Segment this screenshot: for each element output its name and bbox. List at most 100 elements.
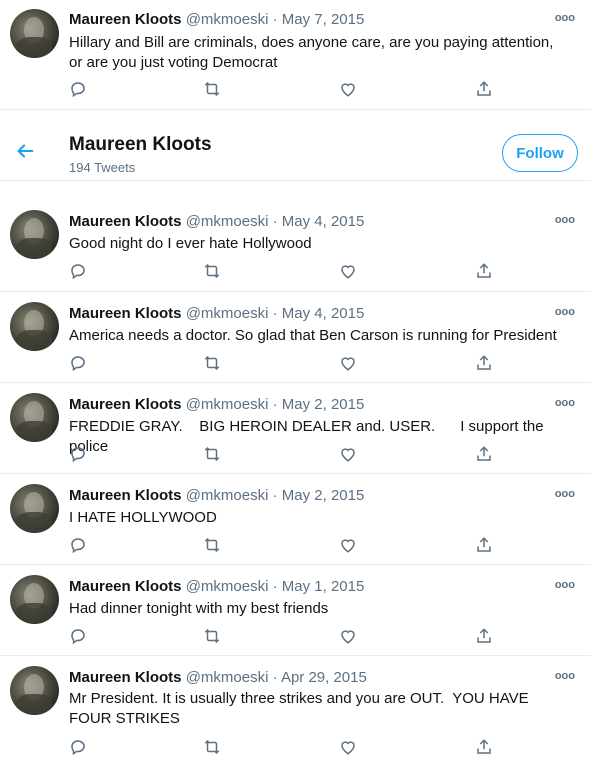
tweet-meta: Maureen Kloots @mkmoeski · May 1, 2015 [69, 578, 364, 595]
more-options-icon[interactable]: ooo [555, 579, 575, 591]
author-handle[interactable]: @mkmoeski [186, 305, 269, 322]
share-icon[interactable] [475, 262, 497, 282]
tweet-date[interactable]: May 4, 2015 [282, 305, 365, 322]
tweet-text: I HATE HOLLYWOOD [69, 509, 217, 526]
tweet-text: Mr President. It is usually three strike… [69, 690, 533, 727]
author-handle[interactable]: @mkmoeski [186, 487, 269, 504]
avatar[interactable] [10, 302, 59, 351]
author-handle[interactable]: @mkmoeski [186, 396, 269, 413]
separator-dot: · [272, 305, 278, 322]
tweet-meta: Maureen Kloots @mkmoeski · May 2, 2015 [69, 487, 364, 504]
author-name[interactable]: Maureen Kloots [69, 305, 182, 322]
avatar[interactable] [10, 575, 59, 624]
separator-dot: · [272, 213, 278, 230]
author-name[interactable]: Maureen Kloots [69, 396, 182, 413]
retweet-icon[interactable] [203, 738, 225, 758]
arrow-left-icon[interactable] [14, 140, 36, 162]
tweet[interactable]: Maureen Kloots @mkmoeski · Apr 29, 2015 … [0, 656, 591, 770]
author-name[interactable]: Maureen Kloots [69, 669, 182, 686]
reply-icon[interactable] [69, 536, 91, 556]
profile-header: Maureen Kloots 194 Tweets Follow [0, 120, 591, 181]
like-icon[interactable] [339, 80, 361, 100]
reply-icon[interactable] [69, 354, 91, 374]
more-options-icon[interactable]: ooo [555, 670, 575, 682]
like-icon[interactable] [339, 445, 361, 465]
retweet-icon[interactable] [203, 445, 225, 465]
avatar[interactable] [10, 666, 59, 715]
separator-dot: · [272, 487, 278, 504]
avatar[interactable] [10, 484, 59, 533]
reply-icon[interactable] [69, 738, 91, 758]
share-icon[interactable] [475, 627, 497, 647]
tweet-date[interactable]: Apr 29, 2015 [281, 669, 367, 686]
tweet-actions [69, 627, 509, 647]
tweet-date[interactable]: May 7, 2015 [282, 11, 365, 28]
separator-dot: · [272, 578, 278, 595]
like-icon[interactable] [339, 738, 361, 758]
share-icon[interactable] [475, 354, 497, 374]
tweet-text: America needs a doctor. So glad that Ben… [69, 327, 557, 344]
more-options-icon[interactable]: ooo [555, 12, 575, 24]
tweet-actions [69, 80, 509, 100]
tweet-actions [69, 445, 509, 465]
tweet-meta: Maureen Kloots @mkmoeski · May 4, 2015 [69, 213, 364, 230]
tweet-meta: Maureen Kloots @mkmoeski · Apr 29, 2015 [69, 669, 367, 686]
share-icon[interactable] [475, 536, 497, 556]
share-icon[interactable] [475, 80, 497, 100]
avatar[interactable] [10, 9, 59, 58]
tweet-actions [69, 262, 509, 282]
share-icon[interactable] [475, 445, 497, 465]
author-name[interactable]: Maureen Kloots [69, 487, 182, 504]
share-icon[interactable] [475, 738, 497, 758]
follow-button[interactable]: Follow [502, 134, 578, 172]
reply-icon[interactable] [69, 80, 91, 100]
tweet-meta: Maureen Kloots @mkmoeski · May 7, 2015 [69, 11, 364, 28]
tweet-date[interactable]: May 2, 2015 [282, 396, 365, 413]
more-options-icon[interactable]: ooo [555, 488, 575, 500]
more-options-icon[interactable]: ooo [555, 306, 575, 318]
reply-icon[interactable] [69, 262, 91, 282]
separator-dot: · [272, 11, 278, 28]
tweet-meta: Maureen Kloots @mkmoeski · May 4, 2015 [69, 305, 364, 322]
tweet-date[interactable]: May 4, 2015 [282, 213, 365, 230]
more-options-icon[interactable]: ooo [555, 397, 575, 409]
tweet-count: 194 Tweets [69, 160, 136, 175]
tweet[interactable]: Maureen Kloots @mkmoeski · May 2, 2015 o… [0, 383, 591, 474]
reply-icon[interactable] [69, 627, 91, 647]
like-icon[interactable] [339, 536, 361, 556]
separator-dot: · [272, 396, 278, 413]
retweet-icon[interactable] [203, 627, 225, 647]
like-icon[interactable] [339, 262, 361, 282]
author-handle[interactable]: @mkmoeski [186, 213, 269, 230]
more-options-icon[interactable]: ooo [555, 214, 575, 226]
tweet-actions [69, 738, 509, 758]
like-icon[interactable] [339, 627, 361, 647]
tweet-date[interactable]: May 2, 2015 [282, 487, 365, 504]
author-name[interactable]: Maureen Kloots [69, 11, 182, 28]
author-handle[interactable]: @mkmoeski [186, 669, 269, 686]
avatar[interactable] [10, 393, 59, 442]
retweet-icon[interactable] [203, 536, 225, 556]
tweet[interactable]: Maureen Kloots @mkmoeski · May 1, 2015 o… [0, 565, 591, 656]
author-name[interactable]: Maureen Kloots [69, 578, 182, 595]
tweet[interactable]: Maureen Kloots @mkmoeski · May 4, 2015 o… [0, 200, 591, 292]
separator-dot: · [272, 669, 278, 686]
reply-icon[interactable] [69, 445, 91, 465]
tweet-meta: Maureen Kloots @mkmoeski · May 2, 2015 [69, 396, 364, 413]
tweet-actions [69, 536, 509, 556]
author-name[interactable]: Maureen Kloots [69, 213, 182, 230]
tweet-date[interactable]: May 1, 2015 [282, 578, 365, 595]
tweet[interactable]: Maureen Kloots @mkmoeski · May 4, 2015 o… [0, 292, 591, 383]
retweet-icon[interactable] [203, 80, 225, 100]
author-handle[interactable]: @mkmoeski [186, 11, 269, 28]
like-icon[interactable] [339, 354, 361, 374]
tweet[interactable]: Maureen Kloots @mkmoeski · May 7, 2015 o… [0, 0, 591, 110]
retweet-icon[interactable] [203, 262, 225, 282]
retweet-icon[interactable] [203, 354, 225, 374]
tweet[interactable]: Maureen Kloots @mkmoeski · May 2, 2015 o… [0, 474, 591, 565]
tweet-text: Hillary and Bill are criminals, does any… [69, 34, 562, 71]
avatar[interactable] [10, 210, 59, 259]
tweet-actions [69, 354, 509, 374]
tweet-text: Good night do I ever hate Hollywood [69, 235, 312, 252]
author-handle[interactable]: @mkmoeski [186, 578, 269, 595]
